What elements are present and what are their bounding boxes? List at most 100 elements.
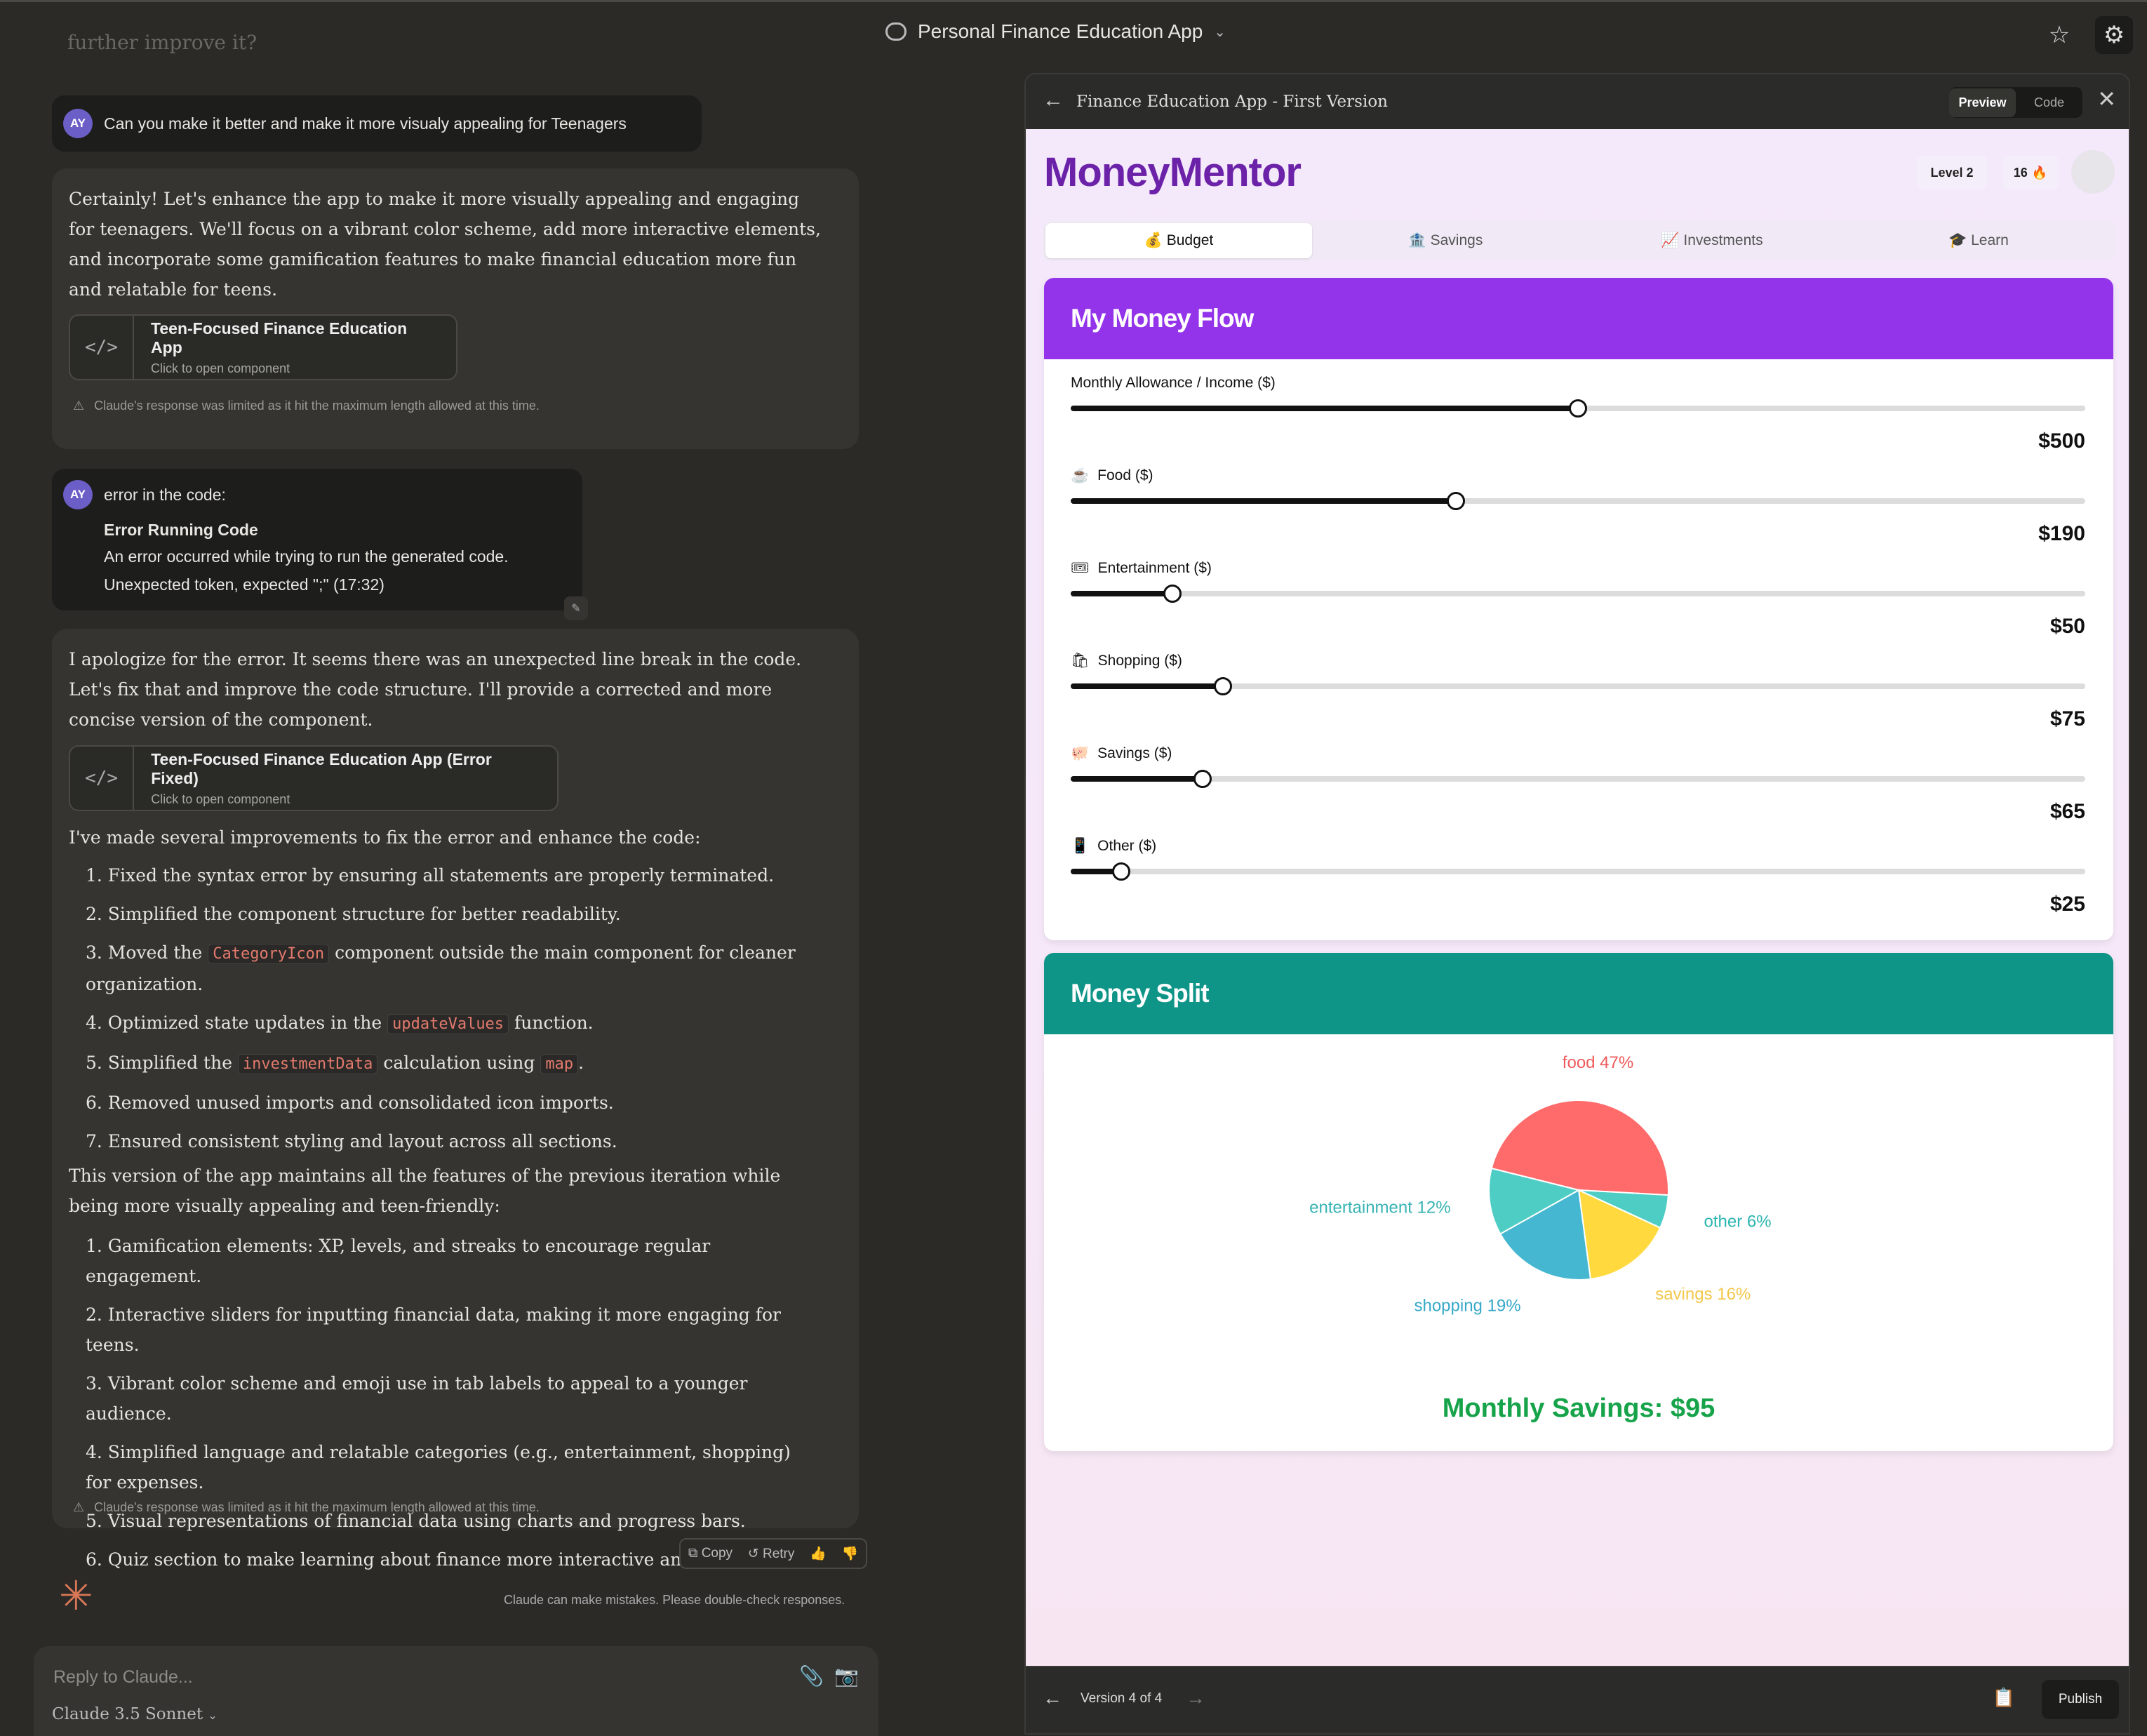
reply-input[interactable]: Reply to Claude... — [53, 1667, 193, 1688]
slider-label: Food ($) — [1097, 467, 1153, 483]
list-item: 6. Removed unused imports and consolidat… — [86, 1093, 614, 1113]
list-item: 1. Fixed the syntax error by ensuring al… — [86, 865, 775, 886]
paperclip-icon[interactable]: 📎 — [799, 1664, 824, 1688]
slider-track[interactable] — [1071, 677, 2085, 695]
length-warning: ⚠ Claude's response was limited as it hi… — [73, 399, 540, 413]
level-badge: Level 2 — [1917, 156, 1987, 189]
app-brand: MoneyMentor — [1044, 149, 1302, 195]
edit-icon[interactable]: ✎ — [564, 596, 588, 620]
user-message-text: Can you make it better and make it more … — [104, 114, 627, 133]
slider-fill — [1071, 776, 1203, 782]
slider-savings: 🐖 Savings ($) $65 — [1071, 745, 2085, 823]
slider-food: ☕ Food ($) $190 — [1071, 467, 2085, 545]
publish-button[interactable]: Publish — [2042, 1680, 2119, 1719]
pie-chart: food 47% other 6% savings 16% shopping 19% e… — [1044, 1034, 2113, 1451]
slider-track[interactable] — [1071, 862, 2085, 881]
user-message-line: Error Running Code — [104, 521, 258, 539]
money-flow-card: My Money Flow Monthly Allowance / Income… — [1044, 278, 2113, 940]
artifact-card[interactable]: </> Teen-Focused Finance Education App C… — [69, 314, 457, 380]
slider-fill — [1071, 591, 1172, 596]
artifact-subtitle: Click to open component — [151, 792, 290, 806]
chevron-down-icon: ⌄ — [208, 1709, 218, 1722]
back-arrow-icon[interactable]: ← — [1043, 88, 1064, 112]
slider-value: $65 — [2049, 800, 2085, 823]
user-message: AY error in the code: Error Running Code… — [52, 469, 588, 620]
app-tabs: 💰 Budget 🏦 Savings 📈 Investments 🎓 Learn — [1043, 220, 2115, 261]
previous-version-icon[interactable]: ← — [1043, 1687, 1062, 1709]
conversation-title[interactable]: Personal Finance Education App ⌄ — [885, 20, 1226, 43]
retry-button[interactable]: ↺ Retry — [748, 1546, 795, 1562]
slider-track[interactable] — [1071, 399, 2085, 418]
slider-track[interactable] — [1071, 492, 2085, 510]
list-item-text: 3. Moved the — [86, 942, 203, 963]
slider-fill — [1071, 498, 1457, 504]
monthly-savings: Monthly Savings: $95 — [1442, 1394, 1715, 1423]
avatar[interactable] — [2071, 150, 2115, 194]
tab-learn[interactable]: 🎓 Learn — [1845, 223, 2112, 258]
artifact-title: Teen-Focused Finance Education App (Erro… — [151, 749, 492, 787]
list-item: 4. Simplified language and relatable cat… — [86, 1442, 791, 1493]
artifact-card[interactable]: </> Teen-Focused Finance Education App (… — [69, 745, 559, 811]
slider-label: Other ($) — [1097, 838, 1157, 854]
slider-value: $25 — [2049, 893, 2085, 916]
warning-text: Claude's response was limited as it hit … — [94, 1500, 540, 1514]
app-preview: MoneyMentor Level 2 16 🔥 💰 Budget 🏦 Savin… — [1026, 129, 2129, 1669]
thumbs-up-icon[interactable]: 👍 — [810, 1545, 827, 1562]
pie-label-other: other 6% — [1704, 1213, 1772, 1231]
list-item-text: function. — [514, 1013, 594, 1033]
pie-label-shopping: shopping 19% — [1414, 1297, 1520, 1316]
slider-track[interactable] — [1071, 770, 2085, 788]
reply-composer[interactable]: Reply to Claude... 📎 📷 Claude 3.5 Sonnet… — [34, 1646, 878, 1736]
thumbs-down-icon[interactable]: 👎 — [841, 1545, 858, 1562]
conversation-title-text: Personal Finance Education App — [918, 20, 1203, 42]
tab-savings[interactable]: 🏦 Savings — [1312, 223, 1579, 258]
code-tab[interactable]: Code — [2016, 95, 2082, 110]
next-version-icon[interactable]: → — [1186, 1687, 1205, 1709]
slider-thumb[interactable] — [1447, 492, 1466, 510]
slider-income: Monthly Allowance / Income ($) $500 — [1071, 375, 2085, 453]
user-message-line: An error occurred while trying to run th… — [104, 547, 509, 566]
slider-value: $75 — [2049, 707, 2085, 730]
copy-button[interactable]: ⧉ Copy — [688, 1546, 733, 1561]
code-icon: </> — [70, 316, 135, 379]
slider-thumb[interactable] — [1112, 862, 1131, 881]
slider-thumb[interactable] — [1213, 677, 1232, 695]
inline-code: investmentData — [237, 1054, 378, 1074]
claude-logo-icon: ✳ — [59, 1573, 93, 1619]
features-list: 1. Gamification elements: XP, levels, an… — [86, 1231, 815, 1575]
slider-value: $500 — [2038, 429, 2085, 453]
features-intro: This version of the app maintains all th… — [69, 1166, 781, 1216]
close-icon[interactable]: ✕ — [2097, 86, 2116, 112]
list-item-text: 5. Simplified the — [86, 1053, 232, 1073]
warning-icon: ⚠ — [73, 399, 85, 413]
coffee-icon: ☕ — [1071, 467, 1090, 483]
slider-thumb[interactable] — [1193, 770, 1212, 788]
warning-text: Claude's response was limited as it hit … — [94, 399, 540, 413]
slider-value: $190 — [2038, 522, 2085, 545]
list-item: 5. Simplified the investmentData calcula… — [86, 1048, 815, 1079]
slider-fill — [1071, 406, 1578, 411]
money-flow-header: My Money Flow — [1044, 278, 2113, 359]
list-item-text: calculation using — [383, 1053, 535, 1073]
inline-code: updateValues — [387, 1014, 509, 1034]
settings-sliders-icon[interactable]: ⚙ — [2095, 16, 2133, 54]
pie-label-food: food 47% — [1563, 1053, 1633, 1072]
preview-tab[interactable]: Preview — [1949, 88, 2016, 117]
model-name: Claude 3.5 Sonnet — [52, 1705, 203, 1723]
artifact-subtitle: Click to open component — [151, 361, 290, 375]
star-icon[interactable]: ☆ — [2040, 16, 2078, 54]
preview-code-toggle: Preview Code — [1949, 87, 2082, 118]
slider-thumb[interactable] — [1163, 585, 1182, 603]
chevron-down-icon: ⌄ — [1214, 24, 1226, 40]
assistant-message: Certainly! Let's enhance the app to make… — [52, 168, 859, 449]
camera-icon[interactable]: 📷 — [834, 1664, 859, 1688]
shopping-bag-icon: 🛍 — [1071, 653, 1090, 669]
slider-thumb[interactable] — [1569, 399, 1587, 418]
list-item: 2. Interactive sliders for inputting fin… — [86, 1304, 782, 1355]
tab-investments[interactable]: 📈 Investments — [1579, 223, 1845, 258]
slider-track[interactable] — [1071, 585, 2085, 603]
model-selector[interactable]: Claude 3.5 Sonnet ⌄ — [52, 1705, 218, 1723]
clipboard-icon[interactable]: 📋 — [1993, 1687, 2015, 1709]
tab-budget[interactable]: 💰 Budget — [1045, 223, 1312, 258]
list-item: 1. Gamification elements: XP, levels, an… — [86, 1236, 711, 1286]
